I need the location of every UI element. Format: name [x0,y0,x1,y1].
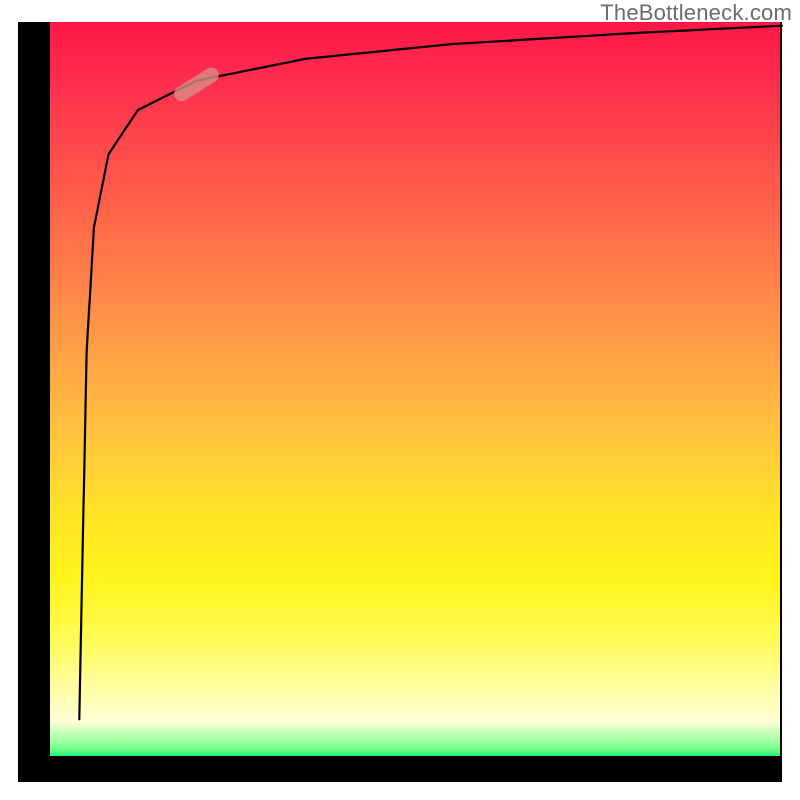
curve-highlight-marker [171,65,221,104]
curve-layer [18,22,782,782]
plot-frame [18,22,782,782]
bottleneck-curve [79,26,782,720]
chart-canvas: TheBottleneck.com [0,0,800,800]
